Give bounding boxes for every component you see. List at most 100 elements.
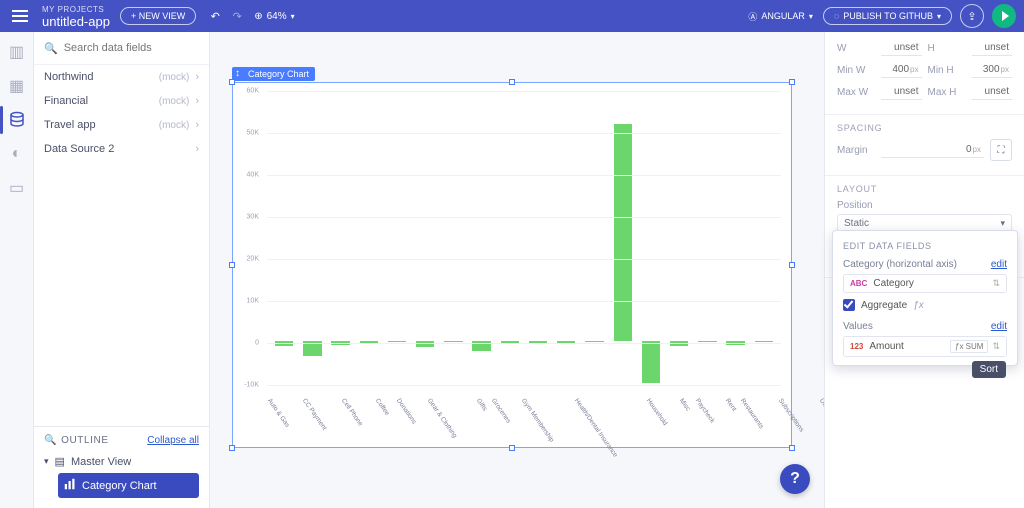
position-label: Position xyxy=(837,200,1012,211)
category-chart[interactable]: Category Chart 60K50K40K30K20K10K0-10K A… xyxy=(232,82,792,448)
datasource-item[interactable]: Financial(mock)› xyxy=(34,89,209,113)
framework-label: ANGULAR xyxy=(761,11,805,21)
tree-label: Master View xyxy=(71,456,131,468)
datasource-item[interactable]: Travel app(mock)› xyxy=(34,113,209,137)
category-field-chip[interactable]: ABC Category ⇅ xyxy=(843,274,1007,293)
chevron-down-icon: ▾ xyxy=(291,12,295,21)
resize-handle[interactable] xyxy=(509,79,515,85)
bar-slot xyxy=(497,91,523,391)
tree-label: Category Chart xyxy=(82,480,157,492)
bar-slot xyxy=(440,91,466,391)
edit-category-link[interactable]: edit xyxy=(991,259,1007,270)
bar-slot xyxy=(638,91,664,391)
design-canvas[interactable]: Category Chart 60K50K40K30K20K10K0-10K A… xyxy=(210,32,824,508)
chevron-down-icon: ▾ xyxy=(809,12,813,21)
chart-icon xyxy=(64,478,76,493)
chevron-right-icon: › xyxy=(195,71,199,83)
margin-input[interactable]: 0 xyxy=(881,142,984,158)
chart-bars xyxy=(267,91,781,391)
chart-xlabels: Auto & GasCC PaymentCell PhoneCoffeeDona… xyxy=(267,393,781,445)
redo-icon[interactable]: ↷ xyxy=(226,5,248,27)
edit-values-link[interactable]: edit xyxy=(991,321,1007,332)
resize-handle[interactable] xyxy=(229,445,235,451)
tree-master-view[interactable]: ▾ ▤ Master View xyxy=(44,452,199,471)
outline-title: OUTLINE xyxy=(61,435,109,446)
collapse-all-link[interactable]: Collapse all xyxy=(147,435,199,446)
w-label: W xyxy=(837,43,875,54)
datasource-item[interactable]: Northwind (mock) › xyxy=(34,65,209,89)
edit-data-fields-popover: EDIT DATA FIELDS Category (horizontal ax… xyxy=(832,230,1018,366)
data-icon[interactable] xyxy=(7,110,27,130)
h-input[interactable]: unset xyxy=(972,40,1013,56)
minh-input[interactable]: 300 xyxy=(972,62,1013,78)
minw-input[interactable]: 400 xyxy=(881,62,922,78)
position-value: Static xyxy=(844,218,869,229)
selection-tag[interactable]: Category Chart xyxy=(232,67,315,81)
resize-handle[interactable] xyxy=(789,262,795,268)
datasource-item[interactable]: Data Source 2› xyxy=(34,137,209,161)
share-icon[interactable]: ⇪ xyxy=(960,4,984,28)
bar-slot xyxy=(469,91,495,391)
bar-slot xyxy=(751,91,777,391)
menu-icon[interactable] xyxy=(8,4,32,28)
layers-icon[interactable]: ▥ xyxy=(7,42,27,62)
maxh-input[interactable]: unset xyxy=(972,84,1013,100)
search-input[interactable] xyxy=(64,42,206,54)
projects-label: MY PROJECTS xyxy=(42,4,110,16)
publish-github-button[interactable]: ◌ PUBLISH TO GITHUB ▾ xyxy=(823,7,952,25)
numeric-type-icon: 123 xyxy=(850,342,863,351)
project-title-block[interactable]: MY PROJECTS untitled-app xyxy=(42,4,110,28)
spacing-section: SPACING Margin 0 ⛶ xyxy=(825,115,1024,176)
bar-slot xyxy=(666,91,692,391)
ytick: 50K xyxy=(247,129,259,136)
values-field-chip[interactable]: 123 Amount ƒx SUM ⇅ Sort xyxy=(843,336,1007,357)
zoom-icon: ⊕ xyxy=(254,11,262,22)
apps-icon[interactable]: ▦ xyxy=(7,76,27,96)
sort-icon[interactable]: ⇅ xyxy=(992,278,1000,289)
ytick: 30K xyxy=(247,213,259,220)
resize-handle[interactable] xyxy=(789,79,795,85)
datasource-name: Northwind xyxy=(44,71,94,83)
aggregate-label: Aggregate xyxy=(861,300,907,311)
ytick: 40K xyxy=(247,171,259,178)
expand-margin-icon[interactable]: ⛶ xyxy=(990,139,1012,161)
aggregate-toggle[interactable]: Aggregate ƒx xyxy=(843,299,1007,311)
search-row: 🔍 + xyxy=(34,32,209,65)
abc-type-icon: ABC xyxy=(850,279,867,288)
search-icon: 🔍 xyxy=(44,42,58,55)
sort-icon[interactable]: ⇅ xyxy=(992,341,1000,352)
angular-icon: Ⓐ xyxy=(748,10,757,23)
preview-play-button[interactable] xyxy=(992,4,1016,28)
chevron-down-icon: ▾ xyxy=(44,456,49,467)
bar-slot xyxy=(356,91,382,391)
margin-label: Margin xyxy=(837,145,875,156)
bar-slot xyxy=(412,91,438,391)
chevron-right-icon: › xyxy=(195,95,199,107)
chart-yaxis: 60K50K40K30K20K10K0-10K xyxy=(233,91,263,391)
aggregation-fx-button[interactable]: ƒx SUM xyxy=(950,340,988,353)
ytick: 20K xyxy=(247,255,259,262)
chevron-down-icon: ▾ xyxy=(937,12,941,21)
chart-plot-area xyxy=(267,91,781,391)
datasource-name: Travel app xyxy=(44,119,96,131)
assets-icon[interactable]: ▭ xyxy=(7,178,27,198)
framework-select[interactable]: Ⓐ ANGULAR ▾ xyxy=(738,7,823,26)
theme-icon[interactable]: ◐ xyxy=(7,144,27,164)
mock-badge: (mock) xyxy=(159,72,190,83)
zoom-control[interactable]: ⊕ 64% ▾ xyxy=(254,11,294,22)
new-view-button[interactable]: + NEW VIEW xyxy=(120,7,196,25)
maxh-label: Max H xyxy=(928,87,966,98)
fx-icon: ƒx xyxy=(913,300,924,311)
resize-handle[interactable] xyxy=(229,79,235,85)
zoom-value: 64% xyxy=(267,11,287,22)
tree-category-chart[interactable]: Category Chart xyxy=(58,473,199,498)
chevron-right-icon: › xyxy=(195,143,199,155)
resize-handle[interactable] xyxy=(789,445,795,451)
help-button[interactable]: ? xyxy=(780,464,810,494)
minw-label: Min W xyxy=(837,65,875,76)
layout-title: LAYOUT xyxy=(837,184,1012,194)
maxw-input[interactable]: unset xyxy=(881,84,922,100)
undo-icon[interactable]: ↶ xyxy=(204,5,226,27)
w-input[interactable]: unset xyxy=(881,40,922,56)
publish-label: PUBLISH TO GITHUB xyxy=(843,11,933,21)
